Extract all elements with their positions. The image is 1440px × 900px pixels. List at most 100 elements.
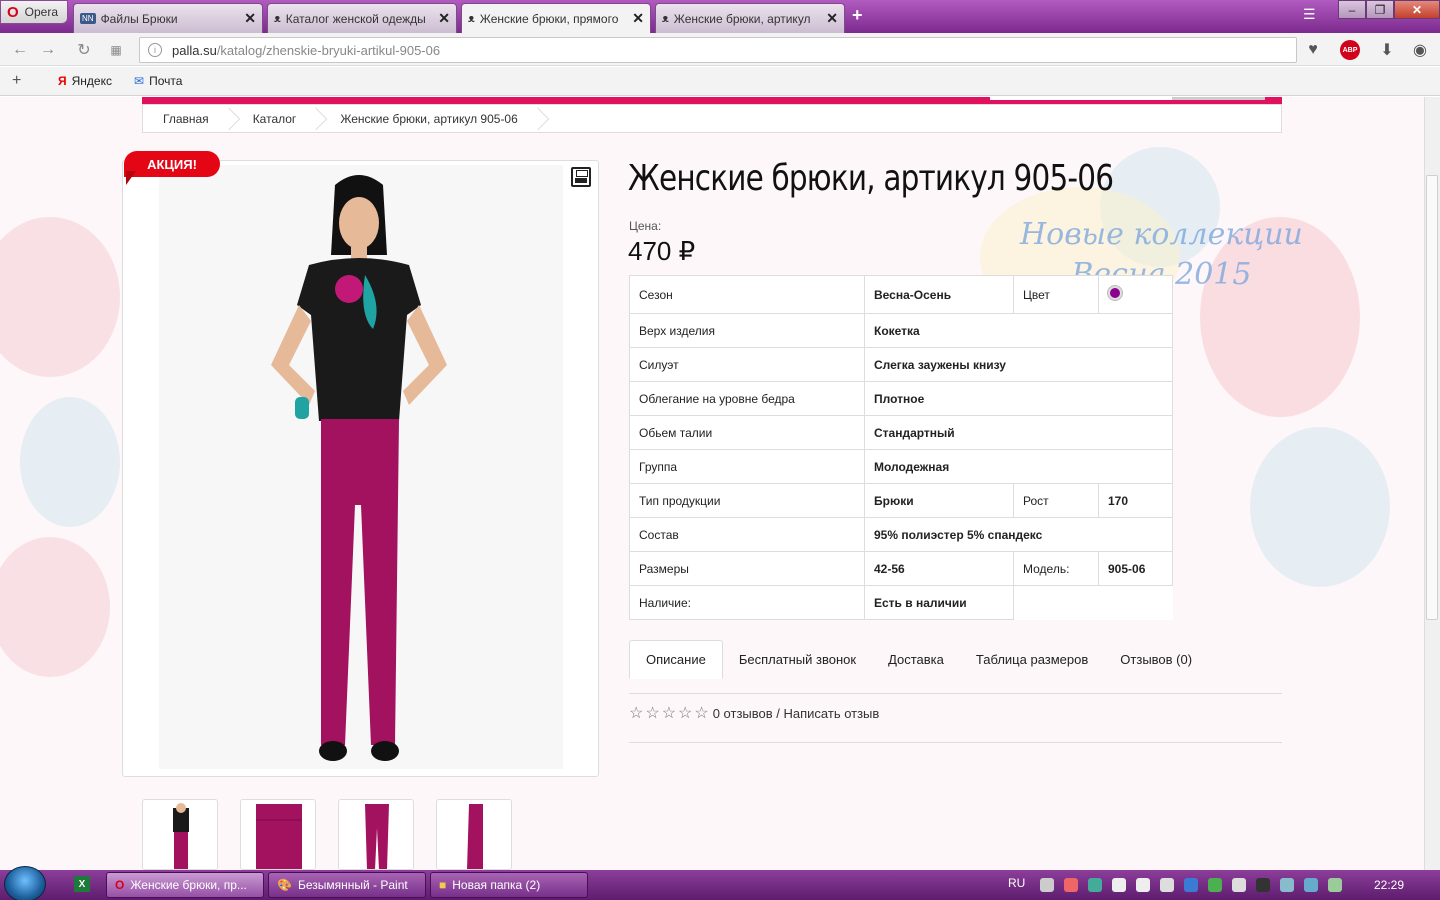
thumbnail-model-image [173,803,189,869]
spec-label: Цвет [1013,275,1099,314]
price-label: Цена: [629,219,662,233]
tray-icon[interactable] [1040,878,1054,892]
spec-label: Облегание на уровне бедра [629,381,865,416]
speed-dial-icon[interactable]: ▦ [106,40,126,60]
tray-icon[interactable] [1112,878,1126,892]
minimize-button[interactable]: – [1338,0,1366,19]
spec-row: Верх изделия Кокетка [629,313,1173,348]
site-info-icon[interactable]: i [148,43,162,57]
tab-menu-icon[interactable]: ☰ [1303,6,1316,23]
url-domain: palla.su [172,42,217,58]
tab-reviews[interactable]: Отзывов (0) [1104,640,1208,678]
breadcrumb-home[interactable]: Главная [143,105,229,132]
spec-table: Сезон Весна-Осень Цвет Верх изделия Коке… [629,275,1173,620]
tab-description[interactable]: Описание [629,640,723,679]
spec-label: Группа [629,449,865,484]
product-image-frame[interactable] [122,160,599,777]
tab-close-icon[interactable]: ✕ [632,10,644,27]
tab-close-icon[interactable]: ✕ [244,10,256,27]
product-price: 470 ₽ [628,236,696,266]
language-indicator[interactable]: RU [1008,876,1025,890]
network-icon[interactable] [1160,878,1174,892]
model-figure [271,175,447,761]
task-label: Новая папка (2) [452,878,541,892]
start-button[interactable] [4,866,46,900]
browser-tab-4[interactable]: ᴥ Женские брюки, артикул ✕ [655,3,845,33]
clock[interactable]: 22:29 [1374,878,1404,892]
tray-icon[interactable] [1328,878,1342,892]
taskbar-item-paint[interactable]: 🎨 Безымянный - Paint [268,872,426,898]
tray-icon[interactable] [1064,878,1078,892]
browser-tab-3[interactable]: ᴥ Женские брюки, прямого ✕ [461,3,651,33]
tray-icon[interactable] [1208,878,1222,892]
rating-row: ☆ ☆ ☆ ☆ ☆ 0 отзывов / Написать отзыв [629,703,879,723]
tray-icon[interactable] [1256,878,1270,892]
tray-icon[interactable] [1184,878,1198,892]
spec-value: Есть в наличии [864,585,1014,620]
tab-free-call[interactable]: Бесплатный звонок [723,640,872,678]
tray-icon[interactable] [1304,878,1318,892]
forward-arrow-icon[interactable]: → [38,40,58,60]
spec-value: 905-06 [1098,551,1173,586]
breadcrumb-current[interactable]: Женские брюки, артикул 905-06 [316,105,537,132]
taskbar-item-folder[interactable]: ■ Новая папка (2) [430,872,588,898]
thumbnail-3[interactable] [338,799,414,870]
spec-value: 42-56 [864,551,1014,586]
bookmarks-bar: + Я Яндекс ✉ Почта [0,67,1440,96]
reload-icon[interactable]: ↻ [74,40,94,60]
scrollbar-thumb[interactable] [1426,175,1438,620]
new-tab-button[interactable]: + [852,5,863,26]
add-bookmark-icon[interactable]: + [12,72,21,90]
thumbnail-1[interactable] [142,799,218,870]
tab-delivery[interactable]: Доставка [872,640,960,678]
color-swatch[interactable] [1108,286,1122,300]
thumbnail-2[interactable] [240,799,316,870]
divider [629,742,1282,743]
close-window-button[interactable]: ✕ [1394,0,1440,19]
adblock-icon[interactable]: ABP [1340,40,1360,60]
thumbnail-4[interactable] [436,799,512,870]
product-photo[interactable] [159,165,563,769]
task-label: Женские брюки, пр... [130,878,247,892]
star-empty-icon: ☆ [629,705,644,722]
tray-icon[interactable] [1136,878,1150,892]
back-arrow-icon[interactable]: ← [10,40,30,60]
spec-label: Сезон [629,275,865,314]
tray-icon[interactable] [1280,878,1294,892]
tray-icon[interactable] [1088,878,1102,892]
browser-tab-2[interactable]: ᴥ Каталог женской одежды ✕ [267,3,457,33]
bookmark-mail[interactable]: ✉ Почта [134,74,182,88]
thumbnail-fabric-image [256,804,302,869]
bookmark-label: Почта [149,74,183,88]
spec-row: Группа Молодежная [629,449,1173,484]
spec-label: Наличие: [629,585,865,620]
url-field[interactable]: i palla.su/katalog/zhenskie-bryuki-artik… [139,37,1297,63]
tab-size-chart[interactable]: Таблица размеров [960,640,1104,678]
download-icon[interactable]: ⬇ [1377,40,1397,60]
spec-label: Тип продукции [629,483,865,518]
spec-row: Тип продукции Брюки Рост 170 [629,483,1173,518]
volume-icon[interactable] [1232,878,1246,892]
save-icon[interactable] [571,167,591,187]
spec-row: Силуэт Слегка заужены книзу [629,347,1173,382]
breadcrumb-catalog[interactable]: Каталог [229,105,317,132]
flower-decoration [20,397,120,527]
heart-icon[interactable]: ♥ [1303,40,1323,60]
address-toolbar: ← → ↻ ▦ i palla.su/katalog/zhenskie-bryu… [0,33,1440,66]
task-label: Безымянный - Paint [297,878,408,892]
tab-title: Женские брюки, артикул [673,11,811,26]
bookmark-yandex[interactable]: Я Яндекс [58,74,112,88]
tab-close-icon[interactable]: ✕ [438,10,450,27]
spec-value: Стандартный [864,415,1173,450]
tab-close-icon[interactable]: ✕ [826,10,838,27]
excel-icon[interactable]: X [74,876,90,892]
star-empty-icon: ☆ [678,705,693,722]
account-icon[interactable]: ◉ [1410,40,1430,60]
spec-label: Верх изделия [629,313,865,348]
opera-menu-button[interactable]: O Opera [0,0,68,24]
reviews-link[interactable]: 0 отзывов / Написать отзыв [713,706,880,721]
taskbar-item-opera[interactable]: O Женские брюки, пр... [106,872,264,898]
shop-favicon-icon: ᴥ [468,12,475,25]
maximize-button[interactable]: ❐ [1366,0,1394,19]
browser-tab-1[interactable]: NN Файлы Брюки ✕ [73,3,263,33]
